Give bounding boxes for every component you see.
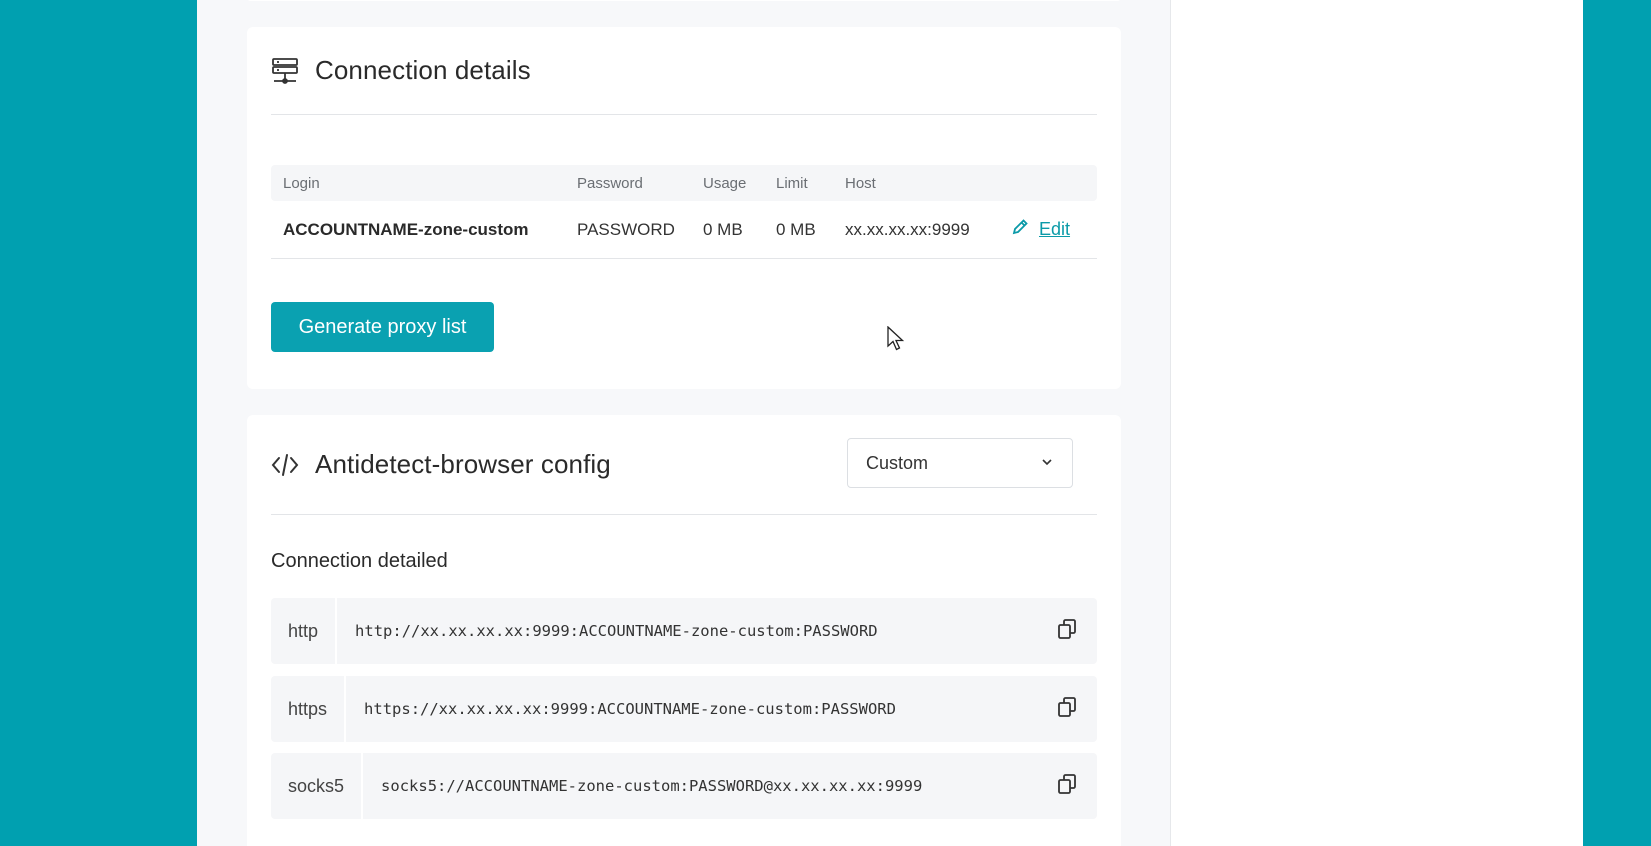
connection-row-socks5: socks5 socks5://ACCOUNTNAME-zone-custom:…	[271, 753, 1097, 819]
connection-string[interactable]: https://xx.xx.xx.xx:9999:ACCOUNTNAME-zon…	[346, 700, 1037, 718]
antidetect-config-title: Antidetect-browser config	[315, 449, 611, 479]
password-value: PASSWORD	[577, 219, 675, 239]
copy-icon	[1056, 696, 1078, 723]
table-row: ACCOUNTNAME-zone-custom PASSWORD 0 MB 0 …	[271, 201, 1097, 259]
connection-string[interactable]: socks5://ACCOUNTNAME-zone-custom:PASSWOR…	[363, 777, 1037, 795]
connection-row-http: http http://xx.xx.xx.xx:9999:ACCOUNTNAME…	[271, 598, 1097, 664]
chevron-down-icon	[1040, 453, 1054, 474]
right-sidebar	[1172, 0, 1583, 846]
connection-details-header: Connection details	[271, 27, 1097, 115]
login-value: ACCOUNTNAME-zone-custom	[283, 219, 529, 239]
host-value: xx.xx.xx.xx:9999	[845, 219, 970, 239]
protocol-label: https	[271, 676, 347, 742]
column-header-limit: Limit	[776, 174, 808, 192]
protocol-label: http	[271, 598, 338, 664]
copy-icon	[1056, 618, 1078, 645]
edit-button[interactable]: Edit	[1011, 201, 1070, 258]
config-type-value: Custom	[866, 452, 929, 473]
connection-details-title: Connection details	[315, 55, 531, 85]
table-header: Login Password Usage Limit Host	[271, 165, 1097, 201]
previous-card	[247, 0, 1121, 1]
column-header-usage: Usage	[703, 174, 747, 192]
limit-value: 0 MB	[776, 219, 816, 239]
copy-icon	[1056, 773, 1078, 800]
main-column: Connection details Login Password Usage …	[197, 0, 1171, 846]
connection-row-https: https https://xx.xx.xx.xx:9999:ACCOUNTNA…	[271, 676, 1097, 742]
column-header-host: Host	[845, 174, 876, 192]
code-icon	[271, 451, 299, 479]
copy-button[interactable]	[1037, 753, 1097, 819]
pencil-icon	[1011, 218, 1029, 241]
page: Connection details Login Password Usage …	[197, 0, 1583, 846]
column-header-login: Login	[283, 174, 320, 192]
usage-value: 0 MB	[703, 219, 743, 239]
edit-link[interactable]: Edit	[1039, 219, 1070, 240]
antidetect-config-header: Antidetect-browser config Custom	[271, 415, 1097, 515]
column-header-password: Password	[577, 174, 643, 192]
connection-string[interactable]: http://xx.xx.xx.xx:9999:ACCOUNTNAME-zone…	[337, 622, 1037, 640]
connection-details-card: Connection details Login Password Usage …	[247, 27, 1121, 389]
protocol-label: socks5	[271, 753, 364, 819]
copy-button[interactable]	[1037, 676, 1097, 742]
generate-proxy-list-button[interactable]: Generate proxy list	[271, 302, 494, 352]
server-icon	[271, 57, 299, 85]
mouse-cursor-icon	[887, 325, 905, 357]
connection-detailed-heading: Connection detailed	[271, 550, 448, 572]
copy-button[interactable]	[1037, 598, 1097, 664]
config-type-select[interactable]: Custom	[847, 438, 1073, 488]
antidetect-config-card: Antidetect-browser config Custom Connect…	[247, 415, 1121, 846]
